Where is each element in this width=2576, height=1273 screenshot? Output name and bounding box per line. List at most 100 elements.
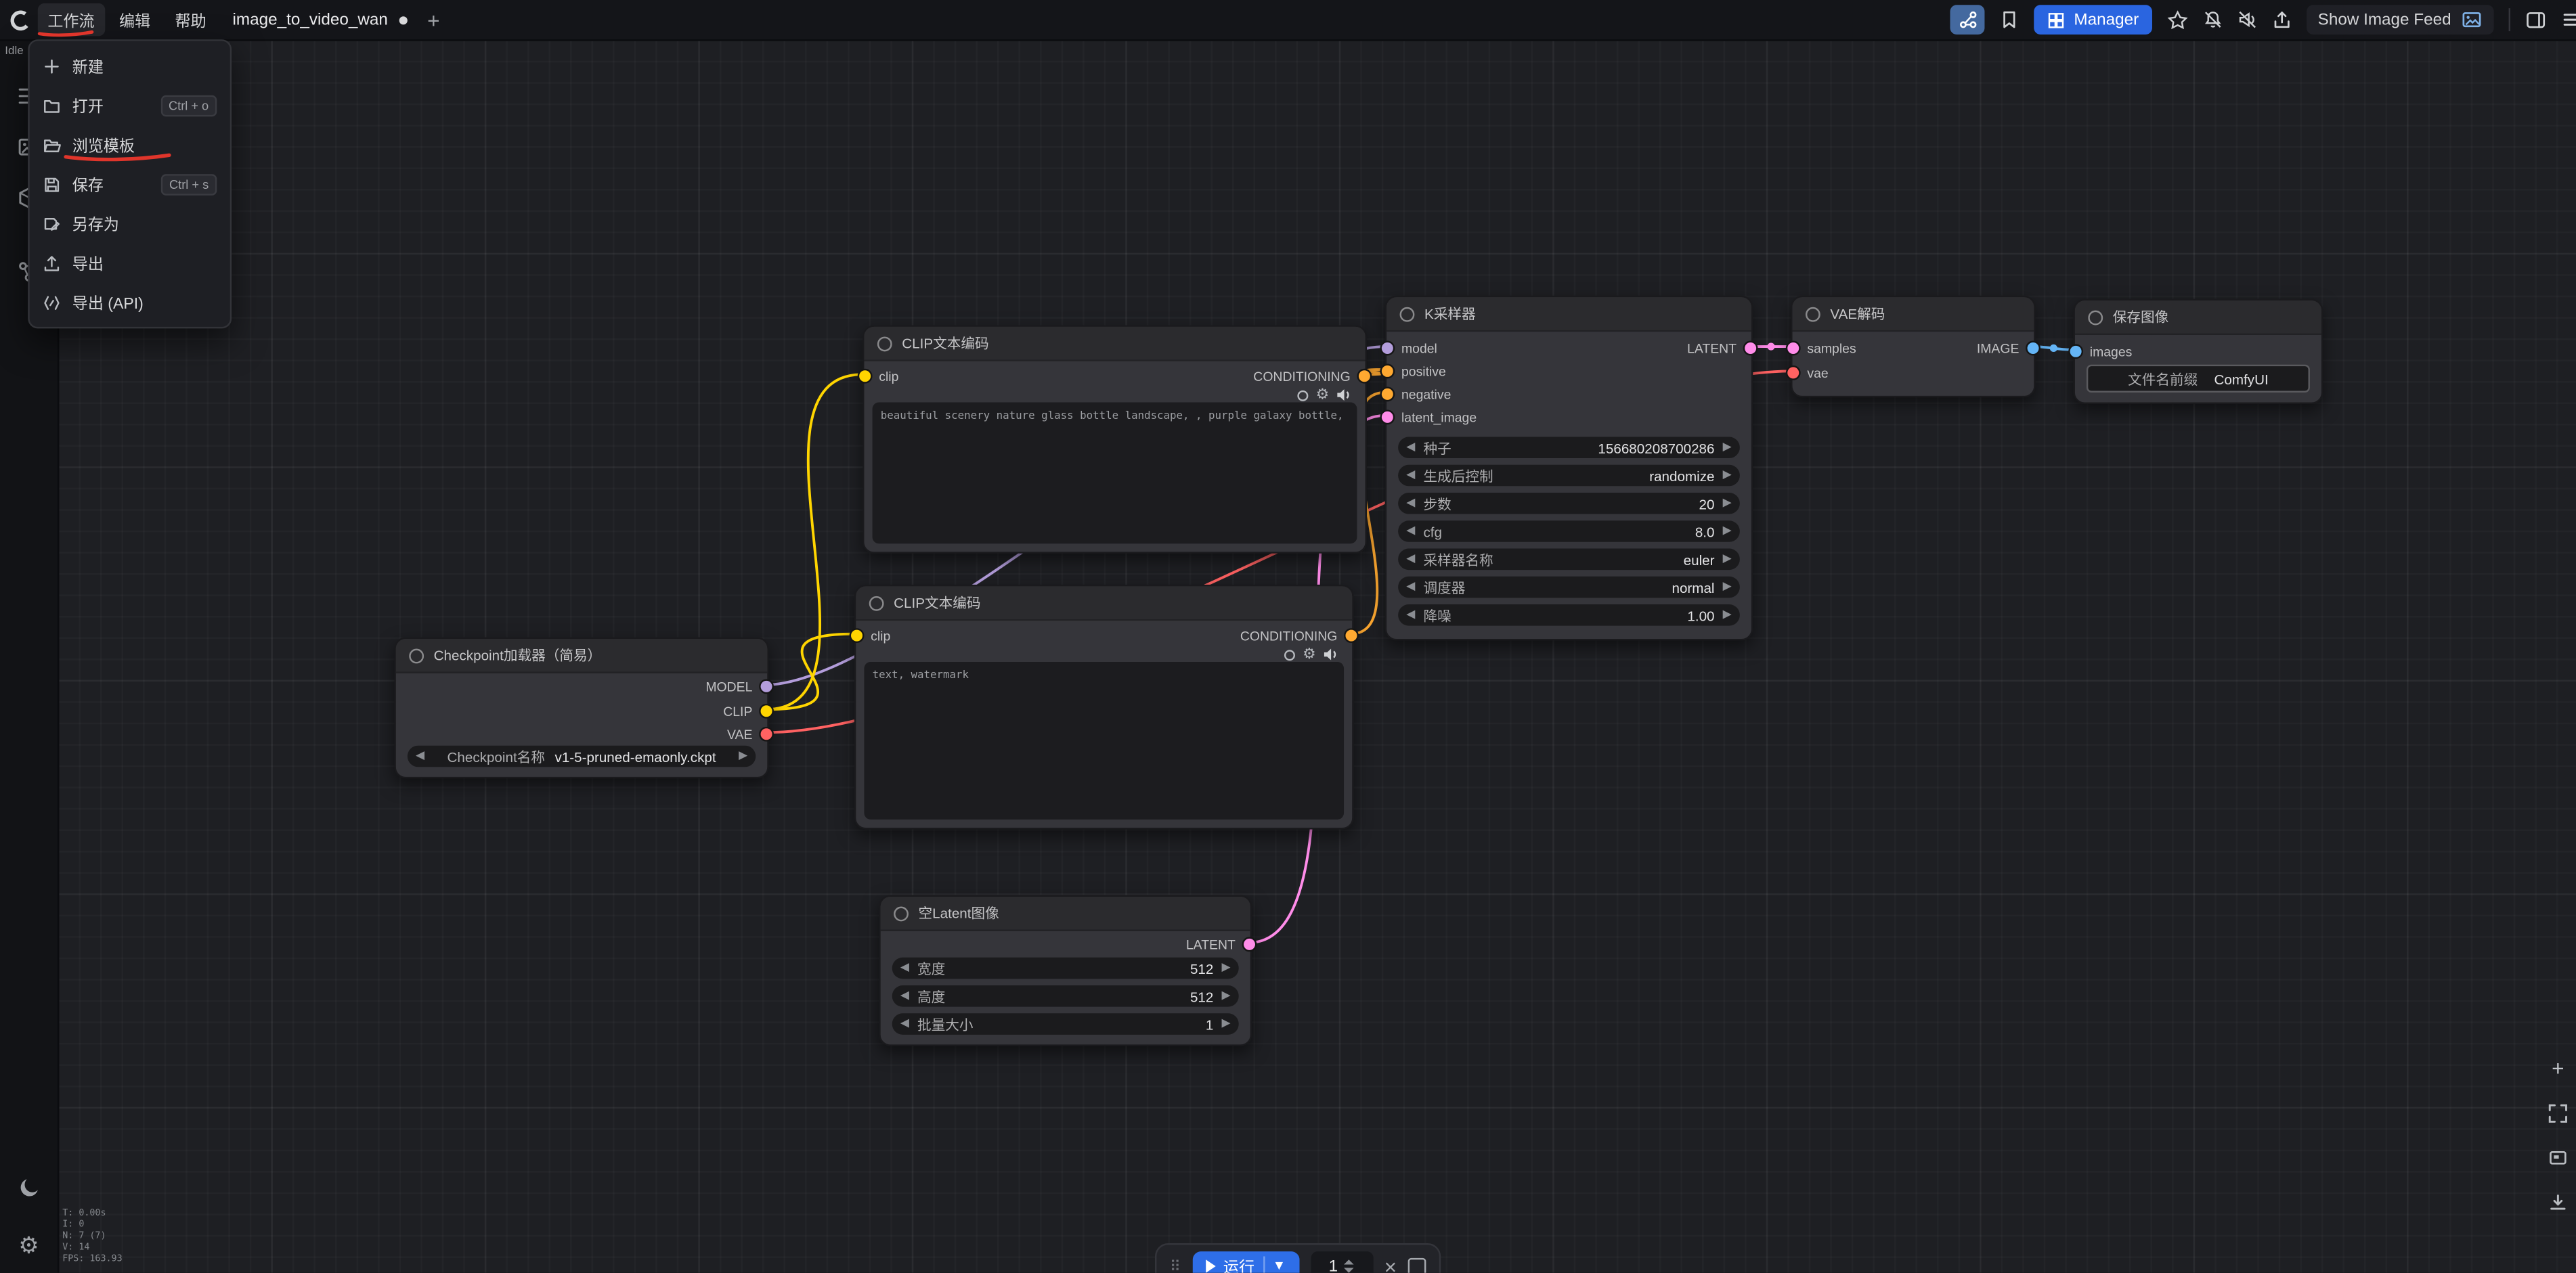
node-header[interactable]: CLIP文本编码 [864, 327, 1365, 361]
vae-input-port[interactable] [1786, 365, 1801, 380]
stepper-right-icon[interactable]: ▶ [1222, 990, 1231, 1002]
fit-view-icon[interactable] [2548, 1104, 2568, 1123]
announcements-off-icon[interactable] [2237, 10, 2257, 30]
collapse-dot-icon[interactable] [877, 336, 892, 351]
conditioning-output-port[interactable] [1357, 369, 1372, 384]
collapse-dot-icon[interactable] [409, 648, 424, 663]
stepper-right-icon[interactable]: ▶ [1723, 526, 1732, 537]
stepper-right-icon[interactable]: ▶ [1222, 1019, 1231, 1030]
node-clip-text-encode-positive[interactable]: CLIP文本编码 clip CONDITIONING ⚙ beautiful s… [863, 325, 1367, 553]
chevron-down-icon[interactable]: ▼ [1273, 1259, 1286, 1272]
collapse-dot-icon[interactable] [1806, 307, 1820, 321]
negative-input-port[interactable] [1380, 386, 1395, 401]
menu-item-save[interactable]: 保存 Ctrl + s [30, 164, 230, 204]
manager-button[interactable]: Manager [2034, 5, 2152, 35]
stepper-left-icon[interactable]: ◀ [1406, 470, 1415, 481]
node-header[interactable]: 空Latent图像 [881, 897, 1250, 931]
menu-item-open[interactable]: 打开 Ctrl + o [30, 85, 230, 125]
widget-cfg[interactable]: ◀ cfg 8.0 ▶ [1398, 520, 1740, 542]
circle-icon[interactable] [1296, 388, 1309, 401]
share-icon[interactable] [2272, 10, 2292, 30]
conditioning-output-port[interactable] [1344, 628, 1359, 643]
node-header[interactable]: VAE解码 [1793, 297, 2034, 332]
panel-toggle-icon[interactable] [2525, 10, 2547, 30]
widget-sampler-name[interactable]: ◀ 采样器名称 euler ▶ [1398, 549, 1740, 571]
node-header[interactable]: 保存图像 [2075, 300, 2321, 335]
clip-input-port[interactable] [858, 369, 873, 384]
latent-image-input-port[interactable] [1380, 409, 1395, 424]
gear-small-icon[interactable]: ⚙ [1303, 647, 1316, 662]
model-input-port[interactable] [1380, 341, 1395, 356]
node-header[interactable]: K采样器 [1387, 297, 1751, 332]
new-workflow-tab-icon[interactable]: + [427, 9, 439, 30]
clip-input-port[interactable] [850, 628, 865, 643]
node-vae-decode[interactable]: VAE解码 samples IMAGE vae [1791, 296, 2036, 397]
widget-checkpoint-name[interactable]: ◀ Checkpoint名称 v1-5-pruned-emaonly.ckpt … [408, 746, 756, 767]
node-clip-text-encode-negative[interactable]: CLIP文本编码 clip CONDITIONING ⚙ text, water… [854, 585, 1354, 830]
node-header[interactable]: CLIP文本编码 [856, 586, 1352, 621]
widget-filename-prefix[interactable]: 文件名前缀 ComfyUI [2087, 365, 2310, 393]
menu-item-browse-templates[interactable]: 浏览模板 [30, 125, 230, 164]
stepper-right-icon[interactable]: ▶ [1723, 554, 1732, 565]
widget-width[interactable]: ◀ 宽度 512 ▶ [892, 958, 1239, 979]
stepper-left-icon[interactable]: ◀ [1406, 581, 1415, 593]
bookmark-icon[interactable] [2000, 10, 2020, 30]
model-output-port[interactable] [759, 679, 774, 694]
stepper-right-icon[interactable]: ▶ [739, 751, 747, 762]
stepper-right-icon[interactable]: ▶ [1723, 470, 1732, 481]
images-input-port[interactable] [2068, 344, 2083, 359]
positive-input-port[interactable] [1380, 364, 1395, 379]
stepper-right-icon[interactable]: ▶ [1723, 442, 1732, 453]
settings-gear-icon[interactable]: ⚙ [18, 1233, 39, 1256]
stepper-left-icon[interactable]: ◀ [900, 990, 909, 1002]
batch-count-stepper[interactable]: 1 [1310, 1251, 1372, 1273]
theme-toggle-icon[interactable] [17, 1176, 40, 1207]
node-empty-latent-image[interactable]: 空Latent图像 LATENT ◀ 宽度 512 ▶ ◀ 高度 512 ▶ ◀… [879, 895, 1252, 1046]
stepper-right-icon[interactable]: ▶ [1723, 497, 1732, 509]
star-icon[interactable] [2166, 9, 2188, 30]
stepper-left-icon[interactable]: ◀ [1406, 526, 1415, 537]
increment-icon[interactable] [1345, 1259, 1355, 1264]
speaker-icon[interactable] [1336, 388, 1352, 403]
menu-workflow[interactable]: 工作流 [38, 3, 104, 37]
run-button[interactable]: 运行 ▼ [1192, 1251, 1299, 1273]
collapse-panel-icon[interactable] [2548, 1192, 2568, 1212]
workflow-graph-icon[interactable] [1950, 5, 1985, 35]
prompt-textarea[interactable]: beautiful scenery nature glass bottle la… [873, 403, 1357, 544]
vae-output-port[interactable] [759, 727, 774, 742]
widget-denoise[interactable]: ◀ 降噪 1.00 ▶ [1398, 604, 1740, 626]
menu-item-new[interactable]: 新建 [30, 46, 230, 85]
menu-grid-icon[interactable] [2561, 10, 2576, 30]
widget-scheduler[interactable]: ◀ 调度器 normal ▶ [1398, 577, 1740, 598]
prompt-textarea[interactable]: text, watermark [864, 662, 1344, 820]
comfyui-logo-icon[interactable] [8, 7, 32, 32]
menu-item-export[interactable]: 导出 [30, 243, 230, 282]
node-ksampler[interactable]: K采样器 model LATENT positive negative late… [1385, 296, 1753, 641]
widget-height[interactable]: ◀ 高度 512 ▶ [892, 985, 1239, 1007]
menu-item-export-api[interactable]: 导出 (API) [30, 282, 230, 321]
widget-control-after-generate[interactable]: ◀ 生成后控制 randomize ▶ [1398, 465, 1740, 487]
stepper-left-icon[interactable]: ◀ [1406, 554, 1415, 565]
menu-edit[interactable]: 编辑 [109, 3, 160, 37]
stepper-left-icon[interactable]: ◀ [416, 751, 424, 762]
node-checkpoint-loader[interactable]: Checkpoint加载器（简易） MODEL CLIP VAE ◀ Check… [394, 638, 768, 779]
clip-output-port[interactable] [759, 704, 774, 719]
stepper-right-icon[interactable]: ▶ [1723, 609, 1732, 621]
stepper-left-icon[interactable]: ◀ [1406, 442, 1415, 453]
speaker-icon[interactable] [1322, 647, 1338, 662]
close-icon[interactable]: × [1384, 1255, 1397, 1272]
collapse-dot-icon[interactable] [1400, 307, 1415, 321]
zoom-in-icon[interactable]: + [2552, 1058, 2564, 1079]
workflow-tab[interactable]: image_to_video_wan [232, 11, 387, 29]
prompt-widget-controls[interactable]: ⚙ [1296, 388, 1352, 403]
stepper-left-icon[interactable]: ◀ [1406, 609, 1415, 621]
latent-output-port[interactable] [1242, 937, 1257, 952]
node-save-image[interactable]: 保存图像 images 文件名前缀 ComfyUI [2073, 299, 2323, 404]
collapse-dot-icon[interactable] [869, 596, 884, 610]
prompt-widget-controls[interactable]: ⚙ [1283, 647, 1339, 662]
widget-batch-size[interactable]: ◀ 批量大小 1 ▶ [892, 1013, 1239, 1035]
stepper-left-icon[interactable]: ◀ [900, 1019, 909, 1030]
stepper-left-icon[interactable]: ◀ [1406, 497, 1415, 509]
circle-icon[interactable] [1283, 648, 1296, 661]
stepper-left-icon[interactable]: ◀ [900, 962, 909, 974]
